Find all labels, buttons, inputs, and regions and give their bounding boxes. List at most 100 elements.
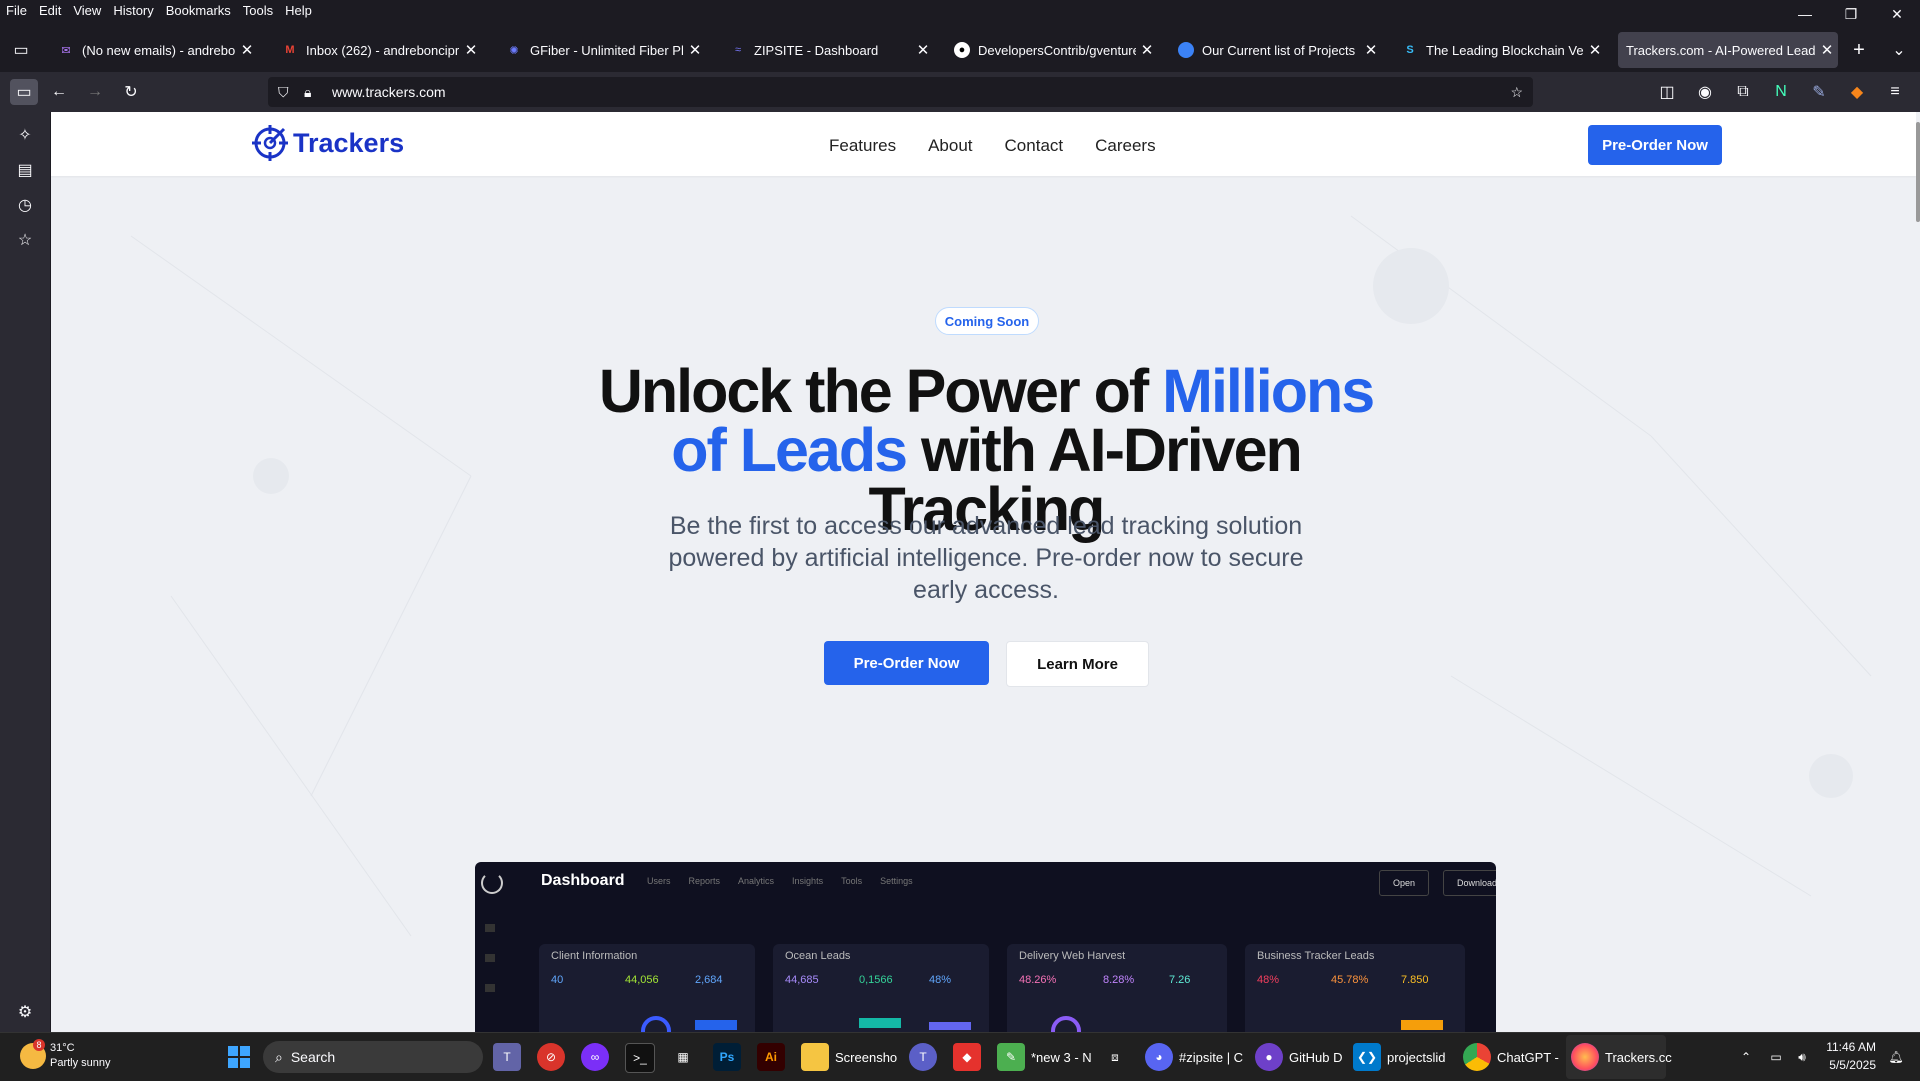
taskbar-app-label[interactable]: ChatGPT - [1497, 1050, 1559, 1065]
back-icon[interactable]: ← [46, 79, 72, 105]
menu-edit[interactable]: Edit [33, 3, 67, 18]
notifications-icon[interactable]: 🔔︎ [1882, 1043, 1910, 1071]
photoshop-icon[interactable]: Ps [713, 1043, 741, 1071]
close-tab-icon[interactable]: ✕ [1136, 41, 1158, 59]
firefox-icon[interactable] [1571, 1043, 1599, 1071]
taskbar-app-label[interactable]: Trackers.cc [1605, 1050, 1672, 1065]
tab-title: Inbox (262) - andreboncipriano [306, 42, 460, 58]
clock-time[interactable]: 11:46 AM [1826, 1040, 1876, 1054]
url-text[interactable]: www.trackers.com [332, 84, 446, 100]
header-preorder-button[interactable]: Pre-Order Now [1588, 125, 1722, 165]
volume-icon[interactable]: 🔊︎ [1788, 1043, 1816, 1071]
pen-icon[interactable]: ✎ [1806, 79, 1832, 105]
teams-chat-icon[interactable]: T [909, 1043, 937, 1071]
taskbar-app-label[interactable]: #zipsite | C [1179, 1050, 1243, 1065]
app-purple-icon[interactable]: ∞ [581, 1043, 609, 1071]
dashboard-card: Delivery Web Harvest 48.26% 8.28% 7.26 [1007, 944, 1227, 1032]
card-value: 48% [1257, 974, 1280, 986]
tab-github[interactable]: ● DevelopersContrib/gventures ✕ [944, 32, 1158, 68]
bookmark-star-icon[interactable]: ☆ [1510, 84, 1523, 101]
nav-contact[interactable]: Contact [1005, 136, 1064, 156]
nav-features[interactable]: Features [829, 136, 896, 156]
terminal-icon[interactable]: >_ [625, 1043, 655, 1073]
site-logo[interactable]: Trackers [251, 124, 404, 162]
taskbar-search[interactable]: ⌕ Search [263, 1041, 483, 1073]
nav-about[interactable]: About [928, 136, 972, 156]
shield-icon[interactable]: ⛉ [278, 84, 298, 101]
close-tab-icon[interactable]: ✕ [1360, 41, 1382, 59]
pocket-icon[interactable]: ◫ [1654, 79, 1680, 105]
menu-file[interactable]: File [0, 3, 33, 18]
zipsite-icon: ≈ [734, 44, 742, 56]
dashboard-logo-icon [481, 872, 503, 894]
bookmarks-icon[interactable]: ☆ [12, 227, 38, 253]
display-icon[interactable]: ▭ [1762, 1043, 1790, 1071]
forward-icon[interactable]: → [82, 79, 108, 105]
extensions-icon[interactable]: ⧉ [1730, 79, 1756, 105]
taskbar-app-label[interactable]: *new 3 - N [1031, 1050, 1092, 1065]
synced-tabs-icon[interactable]: ▤ [12, 157, 38, 183]
close-tab-icon[interactable]: ✕ [236, 41, 258, 59]
close-tab-icon[interactable]: ✕ [1584, 41, 1606, 59]
tab-list-icon[interactable]: ▭ [8, 37, 34, 63]
menu-tools[interactable]: Tools [237, 3, 279, 18]
mail-icon: ✉ [61, 44, 71, 57]
restore-icon[interactable]: ❐ [1828, 0, 1874, 28]
taskbar-app-label[interactable]: projectslid [1387, 1050, 1446, 1065]
chevron-down-icon[interactable]: ⌄ [1886, 37, 1912, 63]
account-icon[interactable]: ◉ [1692, 79, 1718, 105]
tab-venture[interactable]: S The Leading Blockchain Venture ✕ [1392, 32, 1606, 68]
close-tab-icon[interactable]: ✕ [684, 41, 706, 59]
tab-trackers[interactable]: Trackers.com - AI-Powered Lead Tra ✕ [1618, 32, 1838, 68]
menu-view[interactable]: View [67, 3, 107, 18]
anydesk-icon[interactable]: ◆ [953, 1043, 981, 1071]
hero-preorder-button[interactable]: Pre-Order Now [824, 641, 989, 685]
github-desktop-icon[interactable]: ● [1255, 1043, 1283, 1071]
discord-icon[interactable]: ◕ [1145, 1043, 1173, 1071]
close-tab-icon[interactable]: ✕ [912, 41, 934, 59]
hamburger-menu-icon[interactable]: ≡ [1882, 79, 1908, 105]
tab-gmail[interactable]: M Inbox (262) - andreboncipriano ✕ [272, 32, 482, 68]
windows-start-icon[interactable] [225, 1043, 253, 1071]
browser-sidebar: ✧ ▤ ◷ ☆ ⚙ [0, 112, 50, 1032]
clock-date[interactable]: 5/5/2025 [1826, 1058, 1876, 1072]
show-hidden-icons-chevron-icon[interactable]: ⌃ [1732, 1043, 1760, 1071]
menu-help[interactable]: Help [279, 3, 318, 18]
illustrator-icon[interactable]: Ai [757, 1043, 785, 1071]
tab-projects[interactable]: Our Current list of Projects ✕ [1168, 32, 1382, 68]
new-tab-icon[interactable]: + [1846, 37, 1872, 63]
address-bar[interactable]: ⛉ 🔒︎ www.trackers.com ☆ [268, 77, 1533, 107]
close-tab-icon[interactable]: ✕ [1816, 41, 1838, 59]
sidebar-toggle-icon[interactable]: ▭ [10, 79, 38, 105]
history-icon[interactable]: ◷ [12, 192, 38, 218]
vscode-icon[interactable]: ❮❯ [1353, 1043, 1381, 1071]
learn-more-button[interactable]: Learn More [1006, 641, 1149, 687]
scrollbar-thumb[interactable] [1916, 122, 1920, 222]
close-tab-icon[interactable]: ✕ [460, 41, 482, 59]
network-app-icon[interactable]: ⧈ [1101, 1043, 1129, 1071]
taskbar-app-label[interactable]: GitHub D [1289, 1050, 1342, 1065]
app-red-icon[interactable]: ⊘ [537, 1043, 565, 1071]
settings-gear-icon[interactable]: ⚙ [12, 999, 38, 1025]
chrome-icon[interactable] [1463, 1043, 1491, 1071]
minimize-icon[interactable]: — [1782, 0, 1828, 28]
tab-zipsite[interactable]: ≈ ZIPSITE - Dashboard ✕ [720, 32, 934, 68]
tab-gfiber[interactable]: ✺ GFiber - Unlimited Fiber Plans | ✕ [496, 32, 706, 68]
close-window-icon[interactable]: ✕ [1874, 0, 1920, 28]
menu-history[interactable]: History [107, 3, 159, 18]
tab-title: GFiber - Unlimited Fiber Plans | [530, 42, 684, 58]
notepad-icon[interactable]: ✎ [997, 1043, 1025, 1071]
nav-careers[interactable]: Careers [1095, 136, 1155, 156]
folder-icon[interactable] [801, 1043, 829, 1071]
reload-icon[interactable]: ↻ [118, 79, 144, 105]
taskbar-app-label[interactable]: Screensho [835, 1050, 897, 1065]
page-scrollbar[interactable] [1916, 112, 1920, 1032]
ai-sparkle-icon[interactable]: ✧ [12, 122, 38, 148]
tab-mail[interactable]: ✉ (No new emails) - andreboncip ✕ [48, 32, 258, 68]
calculator-icon[interactable]: ▦ [669, 1043, 697, 1071]
extension-n-icon[interactable]: N [1768, 79, 1794, 105]
teams-icon[interactable]: T [493, 1043, 521, 1071]
card-value: 44,685 [785, 974, 819, 986]
metamask-icon[interactable]: ◆ [1844, 79, 1870, 105]
menu-bookmarks[interactable]: Bookmarks [160, 3, 237, 18]
